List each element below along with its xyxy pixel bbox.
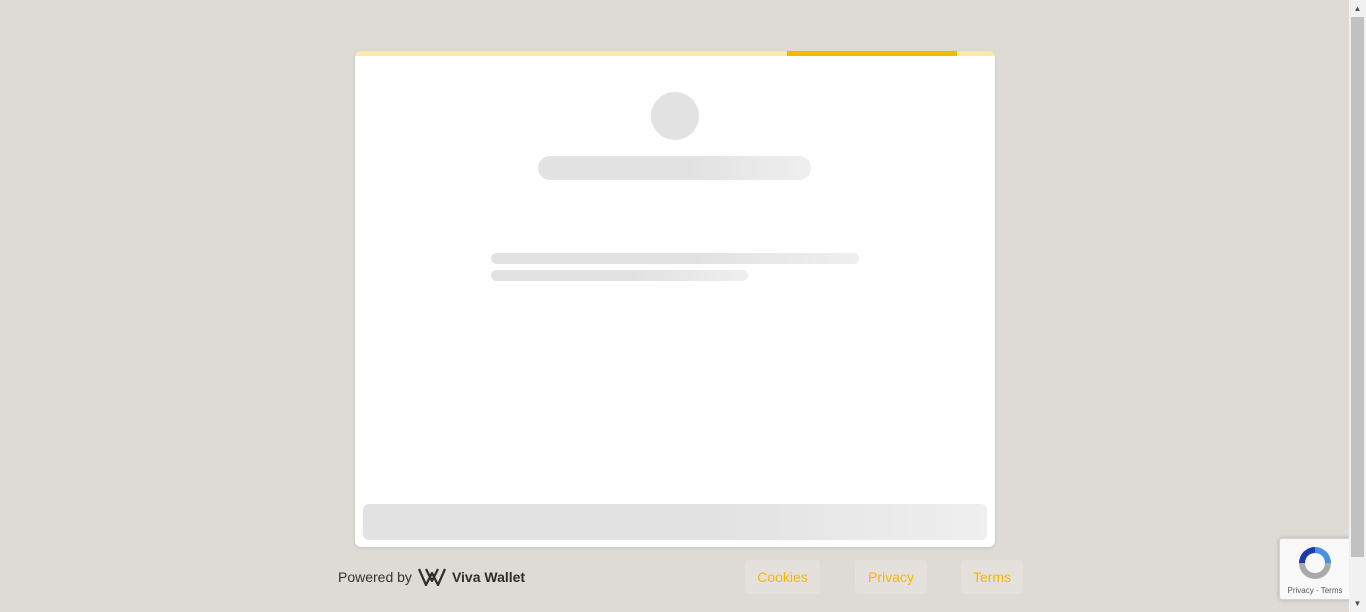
powered-by-label: Powered by (338, 569, 412, 585)
vertical-scrollbar[interactable]: ▲ ▼ (1349, 0, 1366, 612)
viva-wallet-brand[interactable]: Viva Wallet (417, 567, 526, 587)
brand-name: Viva Wallet (451, 569, 526, 585)
recaptcha-separator: - (1313, 586, 1321, 595)
progress-fill (787, 51, 957, 56)
recaptcha-badge[interactable]: Privacy - Terms (1279, 538, 1350, 600)
recaptcha-terms-link[interactable]: Terms (1321, 586, 1343, 595)
scroll-up-arrow-icon[interactable]: ▲ (1349, 0, 1366, 17)
recaptcha-privacy-link[interactable]: Privacy (1288, 586, 1314, 595)
recaptcha-links: Privacy - Terms (1280, 586, 1350, 595)
description-line-placeholder (491, 270, 748, 281)
viva-wallet-logo-icon (417, 568, 446, 587)
pay-button-placeholder (363, 504, 987, 540)
merchant-name-placeholder (538, 156, 811, 180)
merchant-logo-placeholder (651, 92, 699, 140)
scroll-thumb[interactable] (1351, 17, 1364, 557)
checkout-card (355, 51, 995, 547)
powered-by: Powered by Viva Wallet (338, 566, 525, 588)
terms-link[interactable]: Terms (961, 560, 1023, 594)
cookies-link[interactable]: Cookies (745, 560, 820, 594)
privacy-link[interactable]: Privacy (855, 560, 927, 594)
scroll-down-arrow-icon[interactable]: ▼ (1349, 595, 1366, 612)
description-line-placeholder (491, 253, 859, 264)
recaptcha-logo-icon (1299, 547, 1331, 579)
loading-progress-bar (355, 51, 995, 56)
